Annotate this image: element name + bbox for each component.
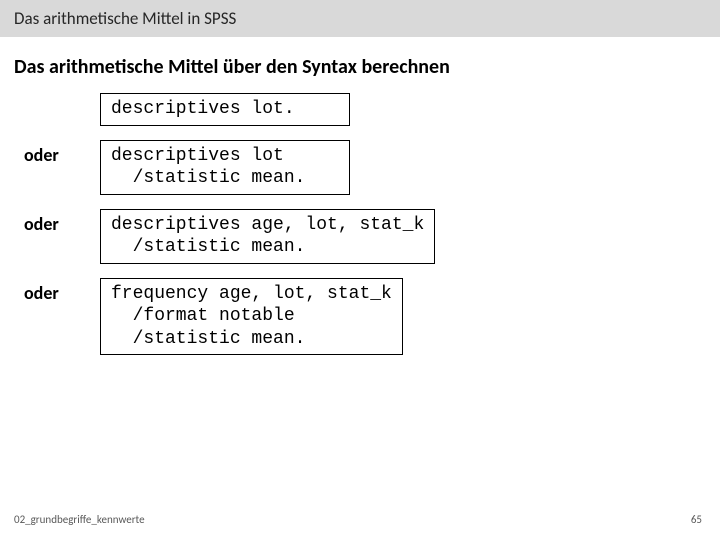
slide-header-title: Das arithmetische Mittel in SPSS	[14, 8, 236, 29]
row-label: oder	[20, 209, 100, 235]
slide-header: Das arithmetische Mittel in SPSS	[0, 0, 720, 37]
code-box: descriptives lot.	[100, 93, 350, 126]
code-row: oder descriptives lot /statistic mean.	[20, 140, 700, 195]
code-row: descriptives lot.	[100, 93, 700, 126]
slide-subtitle: Das arithmetische Mittel über den Syntax…	[0, 37, 720, 93]
code-box: frequency age, lot, stat_k /format notab…	[100, 278, 403, 356]
row-label: oder	[20, 140, 100, 166]
content-area: descriptives lot. oder descriptives lot …	[0, 93, 720, 355]
code-box: descriptives age, lot, stat_k /statistic…	[100, 209, 435, 264]
footer-left: 02_grundbegriffe_kennwerte	[14, 513, 145, 526]
code-row: oder frequency age, lot, stat_k /format …	[20, 278, 700, 356]
code-row: oder descriptives age, lot, stat_k /stat…	[20, 209, 700, 264]
page-number: 65	[691, 513, 702, 526]
code-box: descriptives lot /statistic mean.	[100, 140, 350, 195]
row-label: oder	[20, 278, 100, 304]
